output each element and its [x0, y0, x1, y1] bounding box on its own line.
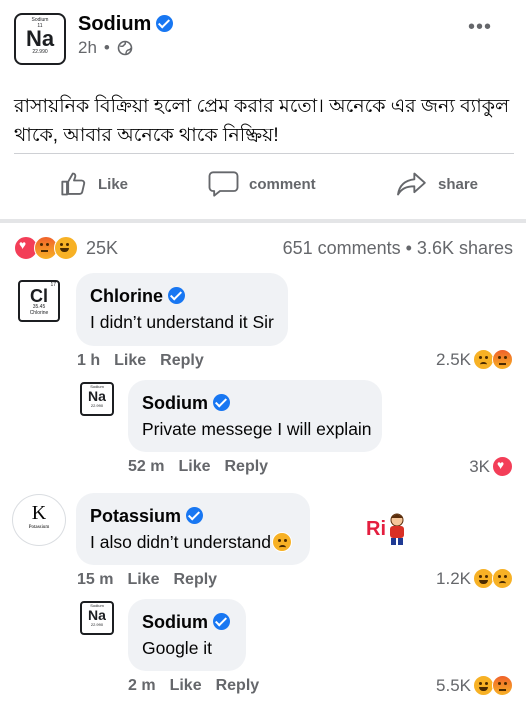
comment-like-button[interactable]: Like — [170, 677, 202, 694]
avatar-element-name: Potassium — [28, 525, 50, 530]
comment-text: I didn’t understand it Sir — [90, 312, 274, 332]
comment-time[interactable]: 1 h — [77, 352, 100, 369]
avatar-symbol: K — [31, 502, 47, 524]
section-separator — [0, 219, 526, 223]
comment-meta: 1 h Like Reply — [77, 352, 218, 370]
comment-reply-button[interactable]: Reply — [224, 458, 268, 475]
comment-bubble: Chlorine I didn’t understand it Sir — [76, 273, 288, 346]
comment-text: Private messege I will explain — [142, 419, 372, 439]
comment-reply-button[interactable]: Reply — [173, 571, 217, 588]
share-icon — [397, 172, 426, 196]
comment-avatar[interactable]: 17 Cl 35.45 Chlorine — [18, 280, 60, 322]
comment-reaction-count: 2.5K — [436, 349, 471, 369]
comment-author[interactable]: Potassium — [90, 506, 181, 526]
angry-reaction-icon — [492, 349, 513, 370]
angry-reaction-icon — [492, 675, 513, 696]
haha-reaction-icon — [473, 568, 494, 589]
comment-author[interactable]: Sodium — [142, 612, 208, 632]
comment-reaction-count: 3K — [469, 456, 490, 476]
comment-avatar[interactable]: Sodium Na 22.990 — [80, 382, 114, 416]
comment-reaction-count: 5.5K — [436, 675, 471, 695]
avatar-symbol: Na — [88, 388, 106, 404]
comment-text: I also didn’t understand — [90, 532, 271, 552]
comment-reply-button[interactable]: Reply — [216, 677, 260, 694]
avatar-symbol: Na — [25, 26, 55, 51]
reactions-count: 25K — [86, 237, 119, 258]
comment-button[interactable]: comment — [208, 170, 316, 198]
sticker: Ri — [366, 512, 408, 546]
avatar-mass: 22.990 — [90, 403, 104, 408]
thumbs-up-icon — [61, 172, 86, 196]
post-text: রাসায়নিক বিক্রিয়া হলো প্রেম করার মতো। … — [14, 96, 510, 146]
comment-reactions[interactable]: 2.5K — [436, 349, 513, 370]
comment-meta: 15 m Like Reply — [77, 571, 231, 589]
avatar-mass: 22.990 — [90, 622, 104, 627]
comment-meta: 52 m Like Reply — [128, 458, 282, 476]
comment-reaction-count: 1.2K — [436, 568, 471, 588]
like-button[interactable]: Like — [60, 170, 128, 198]
post-author[interactable]: Sodium — [78, 12, 174, 36]
verified-icon — [156, 15, 174, 32]
share-button[interactable]: share — [396, 170, 478, 198]
verified-icon — [168, 287, 186, 304]
sticker-text: Ri — [366, 517, 386, 540]
comment-author[interactable]: Chlorine — [90, 286, 163, 306]
comment-avatar[interactable]: K Potassium — [12, 494, 66, 546]
comment-reply-button[interactable]: Reply — [160, 352, 204, 369]
comment-like-button[interactable]: Like — [178, 458, 210, 475]
comment-time[interactable]: 15 m — [77, 571, 113, 588]
comment-meta: 2 m Like Reply — [128, 677, 273, 695]
more-options-button[interactable]: ••• — [468, 16, 492, 39]
comment-icon — [208, 171, 239, 197]
comment-reactions[interactable]: 3K — [469, 456, 513, 477]
cartoon-figure-icon — [390, 513, 404, 545]
avatar-mass: 22.990 — [32, 49, 48, 55]
avatar-element-name: Chlorine — [29, 310, 49, 316]
post-meta: 2h • — [78, 38, 133, 58]
avatar-symbol: Cl — [30, 286, 48, 306]
verified-icon — [213, 394, 230, 411]
comment-text: Google it — [142, 638, 213, 658]
comment-time[interactable]: 2 m — [128, 677, 156, 694]
post-time[interactable]: 2h — [78, 38, 97, 58]
sad-reaction-icon — [473, 349, 494, 370]
meta-separator: • — [103, 38, 110, 57]
comment-avatar[interactable]: Sodium Na 22.990 — [80, 601, 114, 635]
post-author-name[interactable]: Sodium — [78, 13, 151, 35]
comment-bubble: Sodium Google it — [128, 599, 246, 671]
divider — [14, 153, 514, 154]
love-reaction-icon — [492, 456, 513, 477]
comment-like-button[interactable]: Like — [127, 571, 159, 588]
comment-bubble: Sodium Private messege I will explain — [128, 380, 382, 452]
comment-time[interactable]: 52 m — [128, 458, 164, 475]
comment-label: comment — [249, 175, 316, 193]
comment-like-button[interactable]: Like — [114, 352, 146, 369]
disappointed-emoji-icon — [271, 532, 292, 552]
comments-shares-count[interactable]: 651 comments • 3.6K shares — [283, 238, 513, 259]
like-label: Like — [98, 175, 129, 193]
sad-reaction-icon — [492, 568, 513, 589]
comment-author[interactable]: Sodium — [142, 393, 208, 413]
post-avatar[interactable]: Sodium 11 Na 22.990 — [14, 13, 66, 65]
reactions-summary[interactable]: 25K — [14, 236, 118, 260]
verified-icon — [213, 613, 230, 630]
globe-icon — [117, 40, 133, 56]
comment-reactions[interactable]: 1.2K — [436, 568, 513, 589]
share-label: share — [438, 175, 479, 193]
wow-reaction-icon — [54, 236, 78, 260]
haha-reaction-icon — [473, 675, 494, 696]
comment-bubble: Potassium I also didn’t understand — [76, 493, 310, 565]
avatar-symbol: Na — [88, 607, 106, 623]
verified-icon — [186, 507, 204, 524]
comment-reactions[interactable]: 5.5K — [436, 675, 513, 696]
